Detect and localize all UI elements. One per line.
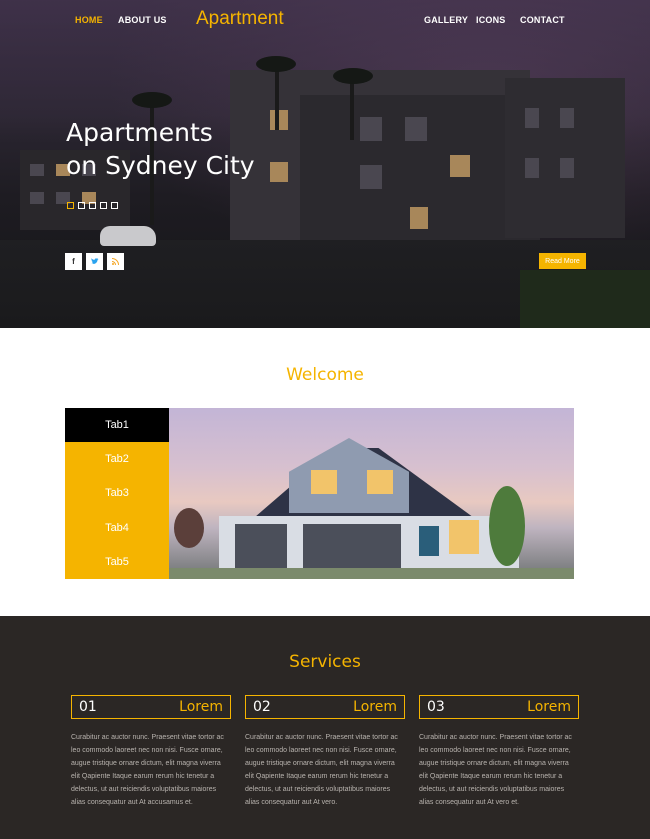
house-window xyxy=(367,470,393,494)
slider-dot[interactable] xyxy=(100,202,107,209)
service-number: 02 xyxy=(253,699,271,715)
palm-leaves xyxy=(256,56,296,72)
service-description: Curabitur ac auctor nunc. Praesent vitae… xyxy=(71,734,224,806)
nav-home[interactable]: HOME xyxy=(75,15,103,25)
service-label: Lorem xyxy=(353,699,397,715)
service-label: Lorem xyxy=(179,699,223,715)
tab-5[interactable]: Tab5 xyxy=(65,544,169,579)
building-center xyxy=(300,95,540,245)
hero-title: Apartments on Sydney City xyxy=(66,116,306,182)
nav-icons[interactable]: ICONS xyxy=(476,15,506,25)
slider-dot[interactable] xyxy=(89,202,96,209)
welcome-section: Welcome Tab1 Tab2 Tab3 Tab4 Tab5 xyxy=(0,328,650,616)
tab-3[interactable]: Tab3 xyxy=(65,476,169,511)
welcome-title: Welcome xyxy=(286,365,364,385)
twitter-icon[interactable] xyxy=(86,253,103,270)
house-window xyxy=(449,520,479,554)
brand-logo[interactable]: Apartment xyxy=(196,8,284,30)
parked-car xyxy=(100,226,156,246)
service-card-header[interactable]: 01 Lorem xyxy=(71,695,231,719)
slider-dots xyxy=(67,202,118,209)
tab-2[interactable]: Tab2 xyxy=(65,442,169,477)
hero-section: HOME ABOUT US Apartment GALLERY ICONS CO… xyxy=(0,0,650,328)
house-window xyxy=(311,470,337,494)
facebook-icon[interactable]: f xyxy=(65,253,82,270)
lawn xyxy=(169,568,574,579)
service-number: 01 xyxy=(79,699,97,715)
service-number: 03 xyxy=(427,699,445,715)
lawn xyxy=(520,270,650,328)
service-card: 01 Lorem Curabitur ac auctor nunc. Praes… xyxy=(71,695,231,809)
service-card: 03 Lorem Curabitur ac auctor nunc. Praes… xyxy=(419,695,579,809)
house-image xyxy=(169,408,574,579)
services-section: Services 01 Lorem Curabitur ac auctor nu… xyxy=(0,616,650,839)
garage-door xyxy=(235,524,287,570)
slider-dot[interactable] xyxy=(78,202,85,209)
tab-1[interactable]: Tab1 xyxy=(65,408,169,443)
tab-4[interactable]: Tab4 xyxy=(65,510,169,545)
service-card: 02 Lorem Curabitur ac auctor nunc. Praes… xyxy=(245,695,405,809)
service-description: Curabitur ac auctor nunc. Praesent vitae… xyxy=(419,734,572,806)
tree xyxy=(489,486,525,566)
nav-contact[interactable]: CONTACT xyxy=(520,15,565,25)
building-right xyxy=(505,78,625,238)
tree xyxy=(174,508,204,548)
service-label: Lorem xyxy=(527,699,571,715)
palm-leaves xyxy=(333,68,373,84)
social-links: f xyxy=(65,253,124,270)
palm-trunk xyxy=(350,80,354,140)
services-title: Services xyxy=(289,652,361,672)
slider-dot[interactable] xyxy=(67,202,74,209)
service-card-header[interactable]: 03 Lorem xyxy=(419,695,579,719)
service-card-header[interactable]: 02 Lorem xyxy=(245,695,405,719)
tab-list: Tab1 Tab2 Tab3 Tab4 Tab5 xyxy=(65,408,169,579)
read-more-button[interactable]: Read More xyxy=(539,253,586,269)
hero-title-line-1: Apartments xyxy=(66,118,213,147)
front-door xyxy=(419,526,439,556)
rss-icon[interactable] xyxy=(107,253,124,270)
nav-about-us[interactable]: ABOUT US xyxy=(118,15,167,25)
hero-title-line-2: on Sydney City xyxy=(66,151,255,180)
service-description: Curabitur ac auctor nunc. Praesent vitae… xyxy=(245,734,398,806)
nav-gallery[interactable]: GALLERY xyxy=(424,15,468,25)
slider-dot[interactable] xyxy=(111,202,118,209)
palm-leaves xyxy=(132,92,172,108)
garage-door xyxy=(303,524,401,570)
